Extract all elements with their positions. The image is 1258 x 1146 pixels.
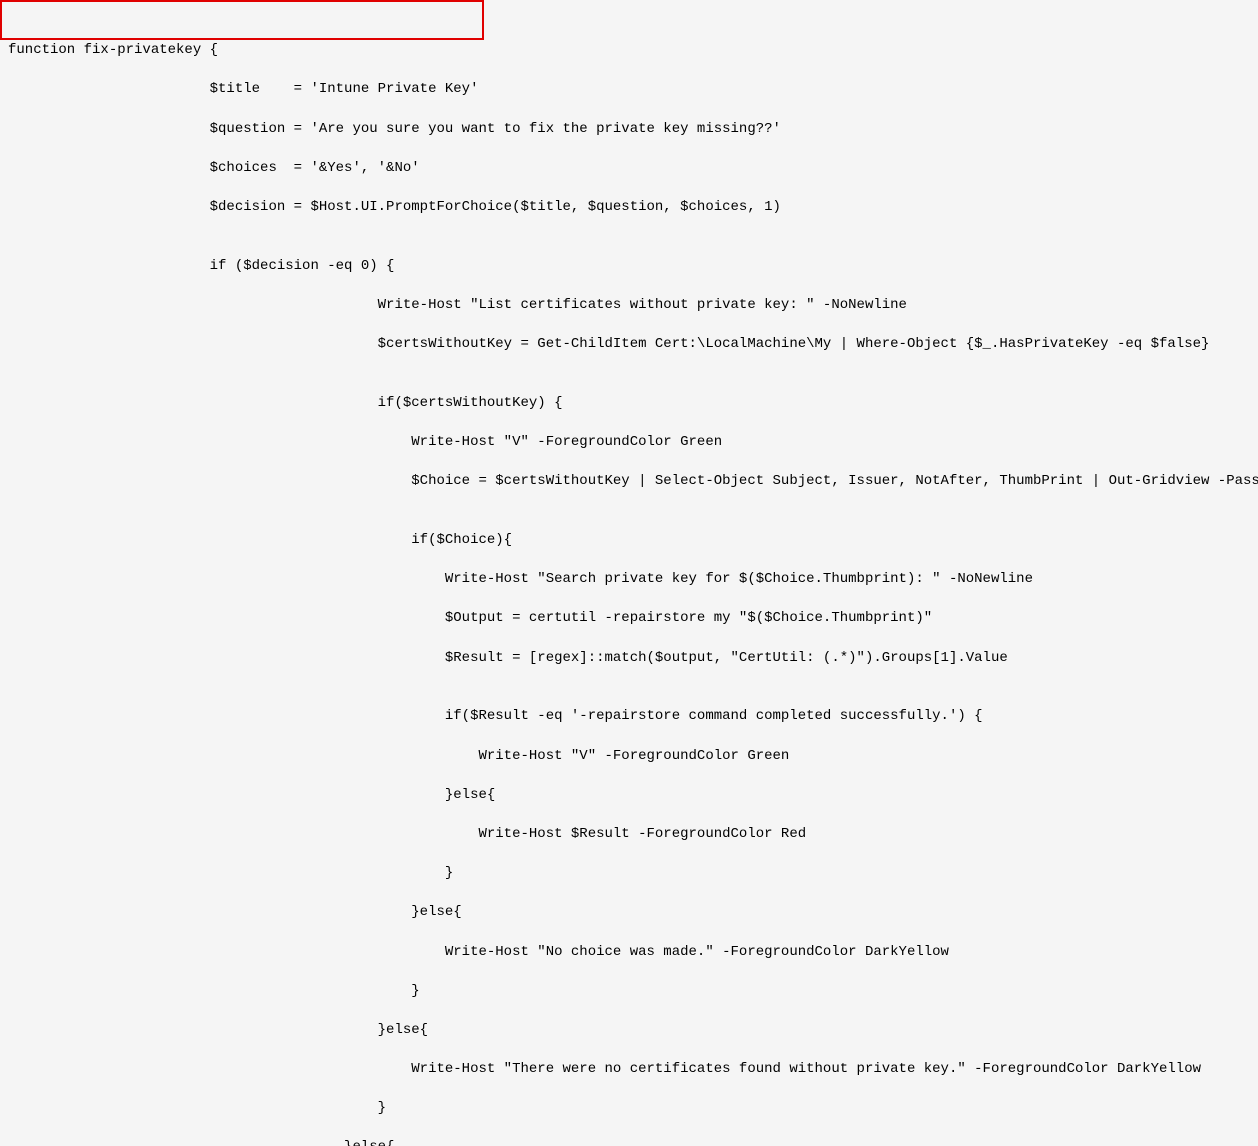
code-line: }else{ (8, 786, 1258, 806)
code-line: if($Result -eq '-repairstore command com… (8, 707, 1258, 727)
code-line: Write-Host "No choice was made." -Foregr… (8, 943, 1258, 963)
code-line: } (8, 1099, 1258, 1119)
highlight-annotation (0, 0, 484, 40)
code-line: $title = 'Intune Private Key' (8, 80, 1258, 100)
code-block: function fix-privatekey { $title = 'Intu… (0, 0, 1258, 1146)
code-line: $Output = certutil -repairstore my "$($C… (8, 609, 1258, 629)
code-line: }else{ (8, 1021, 1258, 1041)
code-line: } (8, 864, 1258, 884)
code-line: $decision = $Host.UI.PromptForChoice($ti… (8, 198, 1258, 218)
code-line: }else{ (8, 903, 1258, 923)
code-line: if($certsWithoutKey) { (8, 394, 1258, 414)
code-line: if ($decision -eq 0) { (8, 257, 1258, 277)
code-line: function fix-privatekey { (8, 41, 1258, 61)
code-line: if($Choice){ (8, 531, 1258, 551)
code-line: Write-Host "Search private key for $($Ch… (8, 570, 1258, 590)
code-line: $Choice = $certsWithoutKey | Select-Obje… (8, 472, 1258, 492)
code-line: $choices = '&Yes', '&No' (8, 159, 1258, 179)
code-line: Write-Host "There were no certificates f… (8, 1060, 1258, 1080)
code-line: Write-Host "V" -ForegroundColor Green (8, 747, 1258, 767)
code-line: Write-Host "List certificates without pr… (8, 296, 1258, 316)
code-line: $Result = [regex]::match($output, "CertU… (8, 649, 1258, 669)
code-line: } (8, 982, 1258, 1002)
code-line: $certsWithoutKey = Get-ChildItem Cert:\L… (8, 335, 1258, 355)
code-line: $question = 'Are you sure you want to fi… (8, 120, 1258, 140)
code-line: Write-Host $Result -ForegroundColor Red (8, 825, 1258, 845)
code-line: }else{ (8, 1138, 1258, 1146)
code-line: Write-Host "V" -ForegroundColor Green (8, 433, 1258, 453)
